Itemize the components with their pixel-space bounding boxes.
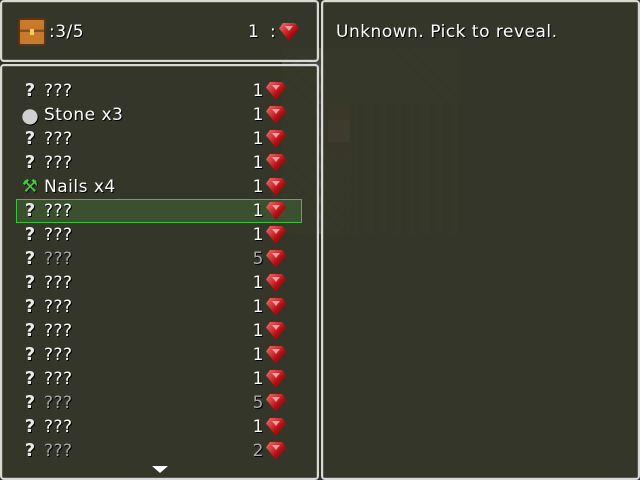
item-name: ??? — [44, 273, 73, 293]
ruby-gem-icon — [266, 298, 286, 316]
currency-window: :3/5 1 : — [0, 0, 319, 62]
item-name: ??? — [44, 201, 73, 221]
item-name: ??? — [44, 249, 73, 269]
ruby-gem-icon — [266, 130, 286, 148]
item-cost: 1 — [252, 153, 264, 173]
question-icon: ? — [24, 80, 36, 101]
item-name: ??? — [44, 297, 73, 317]
list-item[interactable]: ???? 5 — [16, 247, 302, 271]
item-cost: 1 — [252, 321, 264, 341]
item-name: ??? — [44, 393, 73, 413]
question-icon: ? — [24, 368, 36, 389]
item-cost: 1 — [252, 417, 264, 437]
question-icon: ? — [24, 224, 36, 245]
question-icon: ? — [24, 272, 36, 293]
ruby-gem-icon — [266, 394, 286, 412]
currency-separator: : — [270, 22, 277, 42]
ruby-gem-icon — [266, 346, 286, 364]
ruby-gem-icon — [266, 322, 286, 340]
ruby-gem-icon — [266, 442, 286, 460]
item-name: ??? — [44, 417, 73, 437]
list-item[interactable]: ⚒ Nails x4 1 — [16, 175, 302, 199]
item-cost: 1 — [252, 225, 264, 245]
list-item[interactable]: ???? 1 — [16, 199, 302, 223]
item-name: ??? — [44, 129, 73, 149]
question-icon: ? — [24, 152, 36, 173]
item-cost: 1 — [252, 201, 264, 221]
ruby-gem-icon — [266, 370, 286, 388]
ruby-gem-icon — [266, 202, 286, 220]
question-icon: ? — [24, 248, 36, 269]
list-item[interactable]: ???? 1 — [16, 415, 302, 439]
scroll-down-arrow-icon[interactable] — [152, 466, 168, 473]
ruby-gem-icon — [266, 154, 286, 172]
item-name: ??? — [44, 345, 73, 365]
question-icon: ? — [24, 296, 36, 317]
list-item[interactable]: ???? 1 — [16, 223, 302, 247]
ruby-gem-icon — [266, 418, 286, 436]
list-item[interactable]: ???? 1 — [16, 151, 302, 175]
list-item[interactable]: ???? 1 — [16, 295, 302, 319]
ruby-gem-icon — [279, 23, 299, 41]
ruby-gem-icon — [266, 226, 286, 244]
list-item[interactable]: ???? 1 — [16, 127, 302, 151]
item-name: ??? — [44, 153, 73, 173]
list-item[interactable]: ???? 1 — [16, 271, 302, 295]
list-item[interactable]: ???? 1 — [16, 367, 302, 391]
help-window: Unknown. Pick to reveal. — [321, 0, 640, 480]
question-icon: ? — [24, 320, 36, 341]
item-cost: 1 — [252, 273, 264, 293]
item-cost: 2 — [252, 441, 264, 461]
question-icon: ? — [24, 344, 36, 365]
list-item[interactable]: ???? 1 — [16, 319, 302, 343]
ruby-gem-icon — [266, 178, 286, 196]
item-name: Nails x4 — [44, 177, 116, 197]
ruby-gem-icon — [266, 250, 286, 268]
question-icon: ? — [24, 416, 36, 437]
ruby-gem-icon — [266, 274, 286, 292]
item-cost: 1 — [252, 369, 264, 389]
item-cost: 1 — [252, 129, 264, 149]
item-cost: 1 — [252, 81, 264, 101]
question-icon: ? — [24, 200, 36, 221]
currency-cost: 1 — [248, 22, 260, 42]
item-name: ??? — [44, 81, 73, 101]
item-name: ??? — [44, 225, 73, 245]
list-item[interactable]: ???? 1 — [16, 343, 302, 367]
list-item[interactable]: ???? 5 — [16, 391, 302, 415]
item-cost: 5 — [252, 393, 264, 413]
nails-icon: ⚒ — [21, 176, 39, 197]
item-name: ??? — [44, 441, 73, 461]
ruby-gem-icon — [266, 106, 286, 124]
chest-count: :3/5 — [49, 22, 85, 42]
help-text: Unknown. Pick to reveal. — [336, 22, 558, 42]
item-cost: 1 — [252, 105, 264, 125]
list-item[interactable]: ● Stone x3 1 — [16, 103, 302, 127]
item-cost: 1 — [252, 297, 264, 317]
item-name: ??? — [44, 321, 73, 341]
question-icon: ? — [24, 128, 36, 149]
list-item[interactable]: ???? 1 — [16, 79, 302, 103]
item-cost: 5 — [252, 249, 264, 269]
item-name: ??? — [44, 369, 73, 389]
ruby-gem-icon — [266, 82, 286, 100]
treasure-chest-icon — [18, 18, 46, 46]
stone-icon: ● — [21, 103, 39, 127]
item-name: Stone x3 — [44, 105, 124, 125]
list-item[interactable]: ???? 2 — [16, 439, 302, 463]
item-cost: 1 — [252, 177, 264, 197]
question-icon: ? — [24, 440, 36, 461]
item-cost: 1 — [252, 345, 264, 365]
question-icon: ? — [24, 392, 36, 413]
